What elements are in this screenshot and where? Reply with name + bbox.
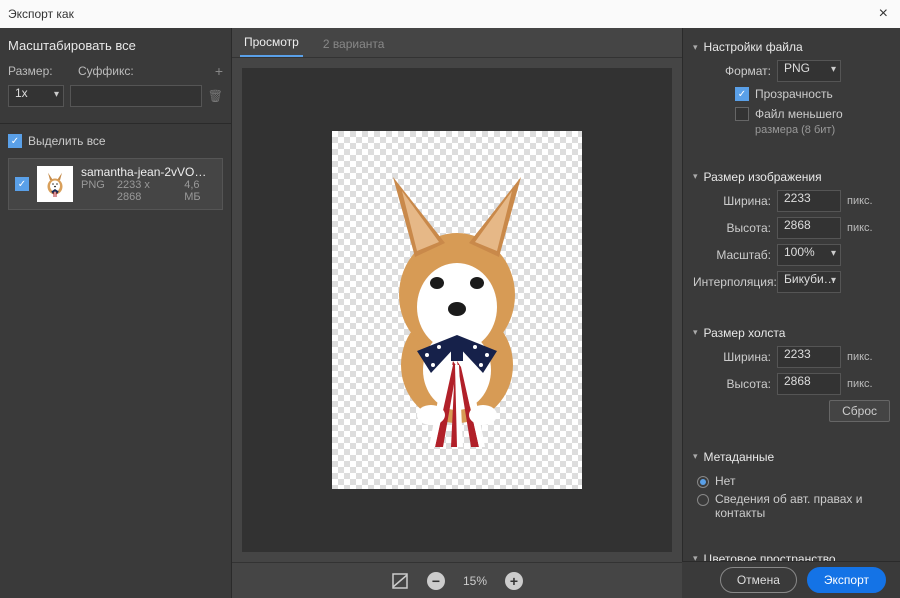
metadata-none-radio[interactable] bbox=[697, 476, 709, 488]
scale-select[interactable]: 100% bbox=[777, 244, 841, 266]
image-height-input[interactable]: 2868 bbox=[777, 217, 841, 239]
preview-tabs: Просмотр 2 варианта bbox=[232, 28, 682, 58]
cancel-button[interactable]: Отмена bbox=[720, 567, 797, 593]
preview-canvas bbox=[332, 131, 582, 489]
asset-item[interactable]: ✓ samantha-jean-2vVOMuxR3XU-… bbox=[8, 158, 223, 210]
add-size-button[interactable]: + bbox=[215, 63, 223, 79]
canvas-width-label: Ширина: bbox=[693, 350, 771, 364]
zoom-in-button[interactable]: + bbox=[505, 572, 523, 590]
titlebar: Экспорт как × bbox=[0, 0, 900, 28]
fit-screen-icon[interactable] bbox=[391, 572, 409, 590]
select-all-label: Выделить все bbox=[28, 134, 106, 148]
center-panel: Просмотр 2 варианта bbox=[232, 28, 682, 598]
reset-button[interactable]: Сброс bbox=[829, 400, 890, 422]
canvas-size-header[interactable]: Размер холста bbox=[693, 324, 890, 346]
zoom-out-button[interactable]: − bbox=[427, 572, 445, 590]
asset-thumbnail bbox=[37, 166, 73, 202]
scale-select-value: 100% bbox=[784, 245, 815, 259]
left-panel: Масштабировать все Размер: Суффикс: + 1x… bbox=[0, 28, 232, 598]
image-width-input[interactable]: 2233 bbox=[777, 190, 841, 212]
right-panel: Настройки файла Формат: PNG ✓ Прозрачнос… bbox=[682, 28, 900, 561]
tab-preview[interactable]: Просмотр bbox=[240, 29, 303, 57]
select-all-checkbox[interactable]: ✓ bbox=[8, 134, 22, 148]
tab-variants[interactable]: 2 варианта bbox=[319, 31, 389, 57]
format-label: Формат: bbox=[693, 64, 771, 78]
interp-select-value: Бикуби… bbox=[784, 272, 836, 286]
canvas-width-unit: пикс. bbox=[847, 351, 879, 363]
metadata-none-label: Нет bbox=[715, 474, 735, 488]
zoom-level: 15% bbox=[463, 574, 487, 588]
canvas-height-input[interactable]: 2868 bbox=[777, 373, 841, 395]
canvas-width-input[interactable]: 2233 bbox=[777, 346, 841, 368]
close-icon[interactable]: × bbox=[875, 5, 892, 23]
size-select[interactable]: 1x bbox=[8, 85, 64, 107]
smaller-file-checkbox[interactable] bbox=[735, 107, 749, 121]
canvas-height-unit: пикс. bbox=[847, 378, 879, 390]
metadata-copyright-label: Сведения об авт. правах и контакты bbox=[715, 492, 890, 520]
asset-name: samantha-jean-2vVOMuxR3XU-… bbox=[81, 165, 216, 179]
transparency-label: Прозрачность bbox=[755, 87, 833, 103]
asset-checkbox[interactable]: ✓ bbox=[15, 177, 29, 191]
trash-icon[interactable]: 🗑 bbox=[208, 89, 223, 103]
canvas-height-label: Высота: bbox=[693, 377, 771, 391]
size-select-value: 1x bbox=[15, 86, 28, 100]
transparency-checkbox[interactable]: ✓ bbox=[735, 87, 749, 101]
smaller-file-label: Файл меньшего размера (8 бит) bbox=[755, 107, 843, 138]
format-select[interactable]: PNG bbox=[777, 60, 841, 82]
file-settings-header[interactable]: Настройки файла bbox=[693, 38, 890, 60]
image-height-unit: пикс. bbox=[847, 222, 879, 234]
image-width-unit: пикс. bbox=[847, 195, 879, 207]
window-title: Экспорт как bbox=[8, 7, 74, 21]
image-width-label: Ширина: bbox=[693, 194, 771, 208]
size-label: Размер: bbox=[8, 64, 68, 78]
color-space-header[interactable]: Цветовое пространство bbox=[693, 550, 890, 561]
asset-dimensions: 2233 x 2868 bbox=[117, 179, 172, 203]
image-size-header[interactable]: Размер изображения bbox=[693, 168, 890, 190]
dialog-footer: Отмена Экспорт bbox=[682, 561, 900, 598]
scale-all-header: Масштабировать все bbox=[8, 38, 223, 53]
metadata-header[interactable]: Метаданные bbox=[693, 448, 890, 470]
export-button[interactable]: Экспорт bbox=[807, 567, 886, 593]
asset-filesize: 4,6 МБ bbox=[184, 179, 216, 203]
scale-label: Масштаб: bbox=[693, 248, 771, 262]
interp-label: Интерполяция: bbox=[693, 275, 771, 289]
metadata-copyright-radio[interactable] bbox=[697, 494, 709, 506]
asset-format: PNG bbox=[81, 179, 105, 203]
zoom-bar: − 15% + bbox=[232, 562, 682, 598]
format-value: PNG bbox=[784, 61, 810, 75]
interp-select[interactable]: Бикуби… bbox=[777, 271, 841, 293]
canvas-area[interactable] bbox=[242, 68, 672, 552]
suffix-input[interactable] bbox=[70, 85, 202, 107]
suffix-label: Суффикс: bbox=[78, 64, 205, 78]
image-height-label: Высота: bbox=[693, 221, 771, 235]
